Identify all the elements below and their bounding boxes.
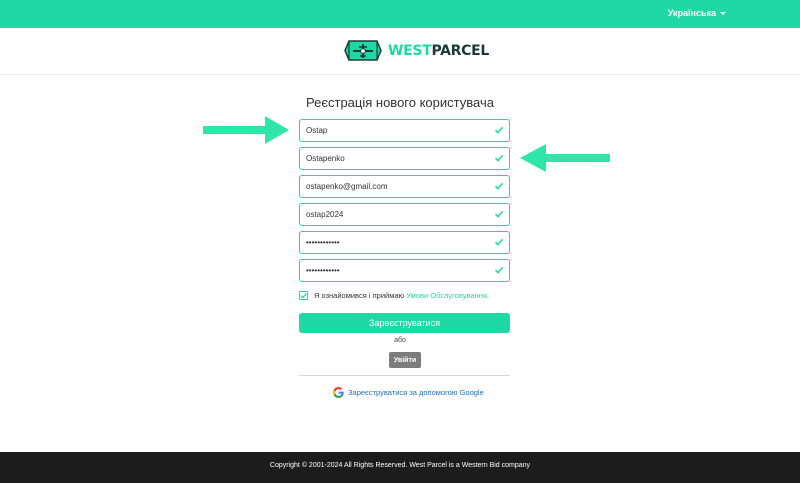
register-button[interactable]: Зареєструватися [299, 313, 510, 333]
google-icon [333, 387, 344, 398]
check-icon [494, 210, 504, 218]
logo-text-parcel: PARCEL [431, 42, 490, 59]
arrow-right-icon [203, 116, 289, 144]
check-icon [494, 182, 504, 190]
caret-down-icon [720, 11, 726, 15]
username-input[interactable] [300, 204, 509, 225]
language-label: Українська [667, 8, 716, 18]
google-signup-label: Зареєструватися за допомогою Google [348, 388, 484, 397]
page-title: Реєстрація нового користувача [306, 95, 494, 110]
logo-text: WESTPARCEL [388, 43, 489, 59]
copyright-text: Copyright © 2001-2024 All Rights Reserve… [269, 462, 531, 469]
language-selector[interactable]: Українська [668, 8, 726, 18]
check-icon [494, 154, 504, 162]
arrow-left-icon [520, 144, 610, 172]
google-signup-link[interactable]: Зареєструватися за допомогою Google [333, 387, 484, 398]
footer: Copyright © 2001-2024 All Rights Reserve… [0, 452, 800, 483]
password-field[interactable] [299, 231, 510, 254]
airplane-box-icon [344, 40, 382, 61]
confirm-password-field[interactable] [299, 259, 510, 282]
terms-text: Я ознайомився і приймаю Умови Обслуговув… [314, 291, 489, 300]
checkmark-icon [300, 293, 307, 299]
last-name-field[interactable] [299, 147, 510, 170]
last-name-input[interactable] [300, 148, 509, 169]
confirm-password-input[interactable] [300, 260, 509, 281]
terms-checkbox[interactable] [299, 291, 308, 300]
check-icon [494, 238, 504, 246]
check-icon [494, 126, 504, 134]
check-icon [494, 266, 504, 274]
terms-link[interactable]: Умови Обслуговування. [406, 291, 489, 300]
logo-text-west: WEST [388, 42, 432, 59]
password-input[interactable] [300, 232, 509, 253]
username-field[interactable] [299, 203, 510, 226]
login-button[interactable]: Увійти [389, 352, 421, 368]
terms-row: Я ознайомився і приймаю Умови Обслуговув… [299, 291, 489, 300]
top-bar: Українська [0, 0, 800, 28]
first-name-input[interactable] [300, 120, 509, 141]
email-input[interactable] [300, 176, 509, 197]
divider [299, 375, 510, 376]
email-field[interactable] [299, 175, 510, 198]
terms-label: Я ознайомився і приймаю [314, 291, 405, 300]
site-header: WESTPARCEL [0, 28, 800, 75]
first-name-field[interactable] [299, 119, 510, 142]
logo[interactable]: WESTPARCEL [343, 38, 489, 63]
or-separator: або [394, 337, 406, 344]
